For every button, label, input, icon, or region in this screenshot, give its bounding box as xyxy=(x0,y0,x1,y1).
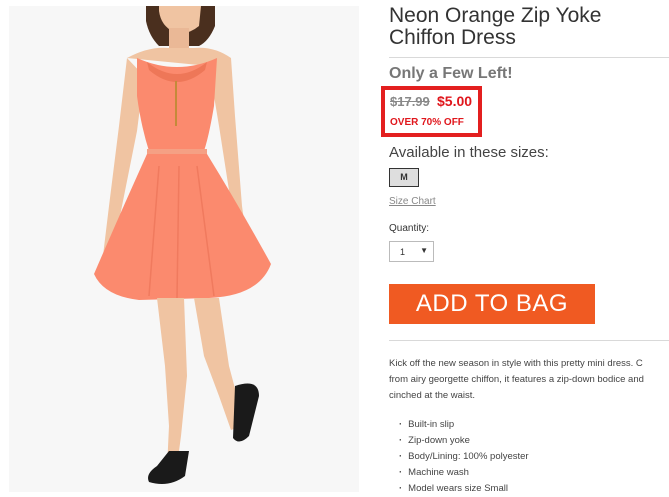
list-item: Built-in slip xyxy=(399,417,529,433)
model-illustration xyxy=(94,6,271,484)
quantity-label: Quantity: xyxy=(389,223,430,234)
add-to-bag-button[interactable]: ADD TO BAG xyxy=(389,284,595,324)
divider xyxy=(389,57,669,58)
quantity-value: 1 xyxy=(400,247,406,257)
original-price: $17.99 xyxy=(390,94,430,109)
description-line: from airy georgette chiffon, it features… xyxy=(389,374,644,385)
feature-list: Built-in slip Zip-down yoke Body/Lining:… xyxy=(399,417,529,497)
quantity-select[interactable]: 1 ▼ xyxy=(389,241,434,262)
sizes-label: Available in these sizes: xyxy=(389,144,549,161)
size-chart-link[interactable]: Size Chart xyxy=(389,196,436,207)
product-description: Kick off the new season in style with th… xyxy=(389,356,669,404)
size-option-m[interactable]: M xyxy=(389,168,419,187)
description-line: Kick off the new season in style with th… xyxy=(389,358,643,369)
chevron-down-icon: ▼ xyxy=(420,246,428,255)
description-line: cinched at the waist. xyxy=(389,390,476,401)
list-item: Zip-down yoke xyxy=(399,433,529,449)
product-image[interactable] xyxy=(9,6,359,492)
list-item: Machine wash xyxy=(399,465,529,481)
divider xyxy=(389,340,669,341)
list-item: Body/Lining: 100% polyester xyxy=(399,449,528,465)
list-item: Model wears size Small xyxy=(399,481,529,497)
sale-price: $5.00 xyxy=(437,93,473,109)
savings-label: OVER 70% OFF xyxy=(390,117,464,128)
stock-status: Only a Few Left! xyxy=(389,65,513,82)
product-title: Neon Orange Zip Yoke Chiffon Dress xyxy=(389,4,602,49)
